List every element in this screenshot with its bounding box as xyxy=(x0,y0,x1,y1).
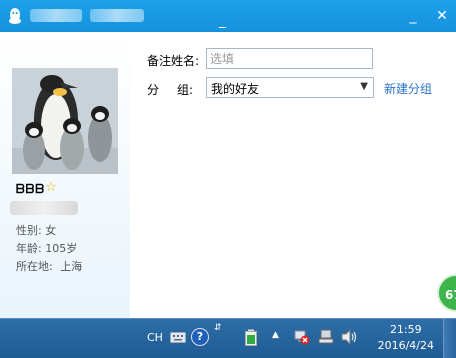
ime-indicator[interactable]: CH xyxy=(147,331,163,344)
group-label-char1: 分 xyxy=(147,83,160,97)
gender-row: 性别: 女 xyxy=(16,222,56,238)
close-button[interactable]: ✕ xyxy=(432,6,452,26)
profile-panel: ᗷᗷᗷ ☆ 性别: 女 年龄: 105岁 所在地: 上海 xyxy=(0,32,130,318)
group-select-value: 我的好友 xyxy=(211,82,260,96)
location-label: 所在地: xyxy=(16,260,53,273)
network-disconnected-icon[interactable] xyxy=(294,329,310,345)
system-clock[interactable]: 21:59 2016/4/24 xyxy=(378,322,434,354)
dropdown-arrow-icon[interactable]: ▼ xyxy=(360,81,368,92)
age-row: 年龄: 105岁 xyxy=(16,240,77,256)
penguin-avatar-icon xyxy=(12,68,118,174)
volume-icon[interactable] xyxy=(341,329,358,345)
age-label: 年龄: xyxy=(16,242,42,255)
network-computer-icon[interactable] xyxy=(318,329,334,345)
minimize-button[interactable]: _ xyxy=(403,6,423,26)
show-hidden-icons-arrow[interactable]: ▲ xyxy=(272,330,279,340)
location-row: 所在地: 上海 xyxy=(16,258,82,274)
gender-value: 女 xyxy=(45,224,57,237)
taskbar: CH ? ⇵ ▲ 21:59 2016/4/24 xyxy=(0,318,456,358)
floating-monitor-ball[interactable]: 67 xyxy=(437,274,456,312)
nickname: ᗷᗷᗷ xyxy=(16,182,45,196)
show-desktop-button[interactable] xyxy=(443,319,456,358)
blurred-account-number xyxy=(10,201,78,215)
keyboard-icon[interactable] xyxy=(170,332,186,343)
battery-icon[interactable] xyxy=(245,329,257,346)
clock-time: 21:59 xyxy=(389,323,422,336)
favorite-star-icon[interactable]: ☆ xyxy=(45,180,57,195)
avatar[interactable] xyxy=(12,68,118,174)
help-icon[interactable]: ? xyxy=(191,328,209,346)
new-group-link[interactable]: 新建分组 xyxy=(384,80,432,97)
group-label-char2: 组: xyxy=(177,83,194,97)
group-select[interactable]: 我的好友 ▼ xyxy=(206,77,374,98)
blurred-title-text xyxy=(30,9,82,22)
remark-name-field[interactable] xyxy=(206,48,373,69)
qq-penguin-icon xyxy=(9,8,21,24)
title-underline xyxy=(219,27,226,28)
location-value: 上海 xyxy=(60,260,83,273)
clock-date: 2016/4/24 xyxy=(377,339,434,352)
title-bar: _ ✕ xyxy=(0,0,456,32)
remark-name-label: 备注姓名: xyxy=(147,54,200,68)
remark-name-input[interactable] xyxy=(210,50,370,67)
gender-label: 性别: xyxy=(16,224,42,237)
pen-menu-icon[interactable]: ⇵ xyxy=(214,323,222,333)
age-value: 105岁 xyxy=(45,242,78,255)
blurred-title-text-2 xyxy=(90,9,144,22)
